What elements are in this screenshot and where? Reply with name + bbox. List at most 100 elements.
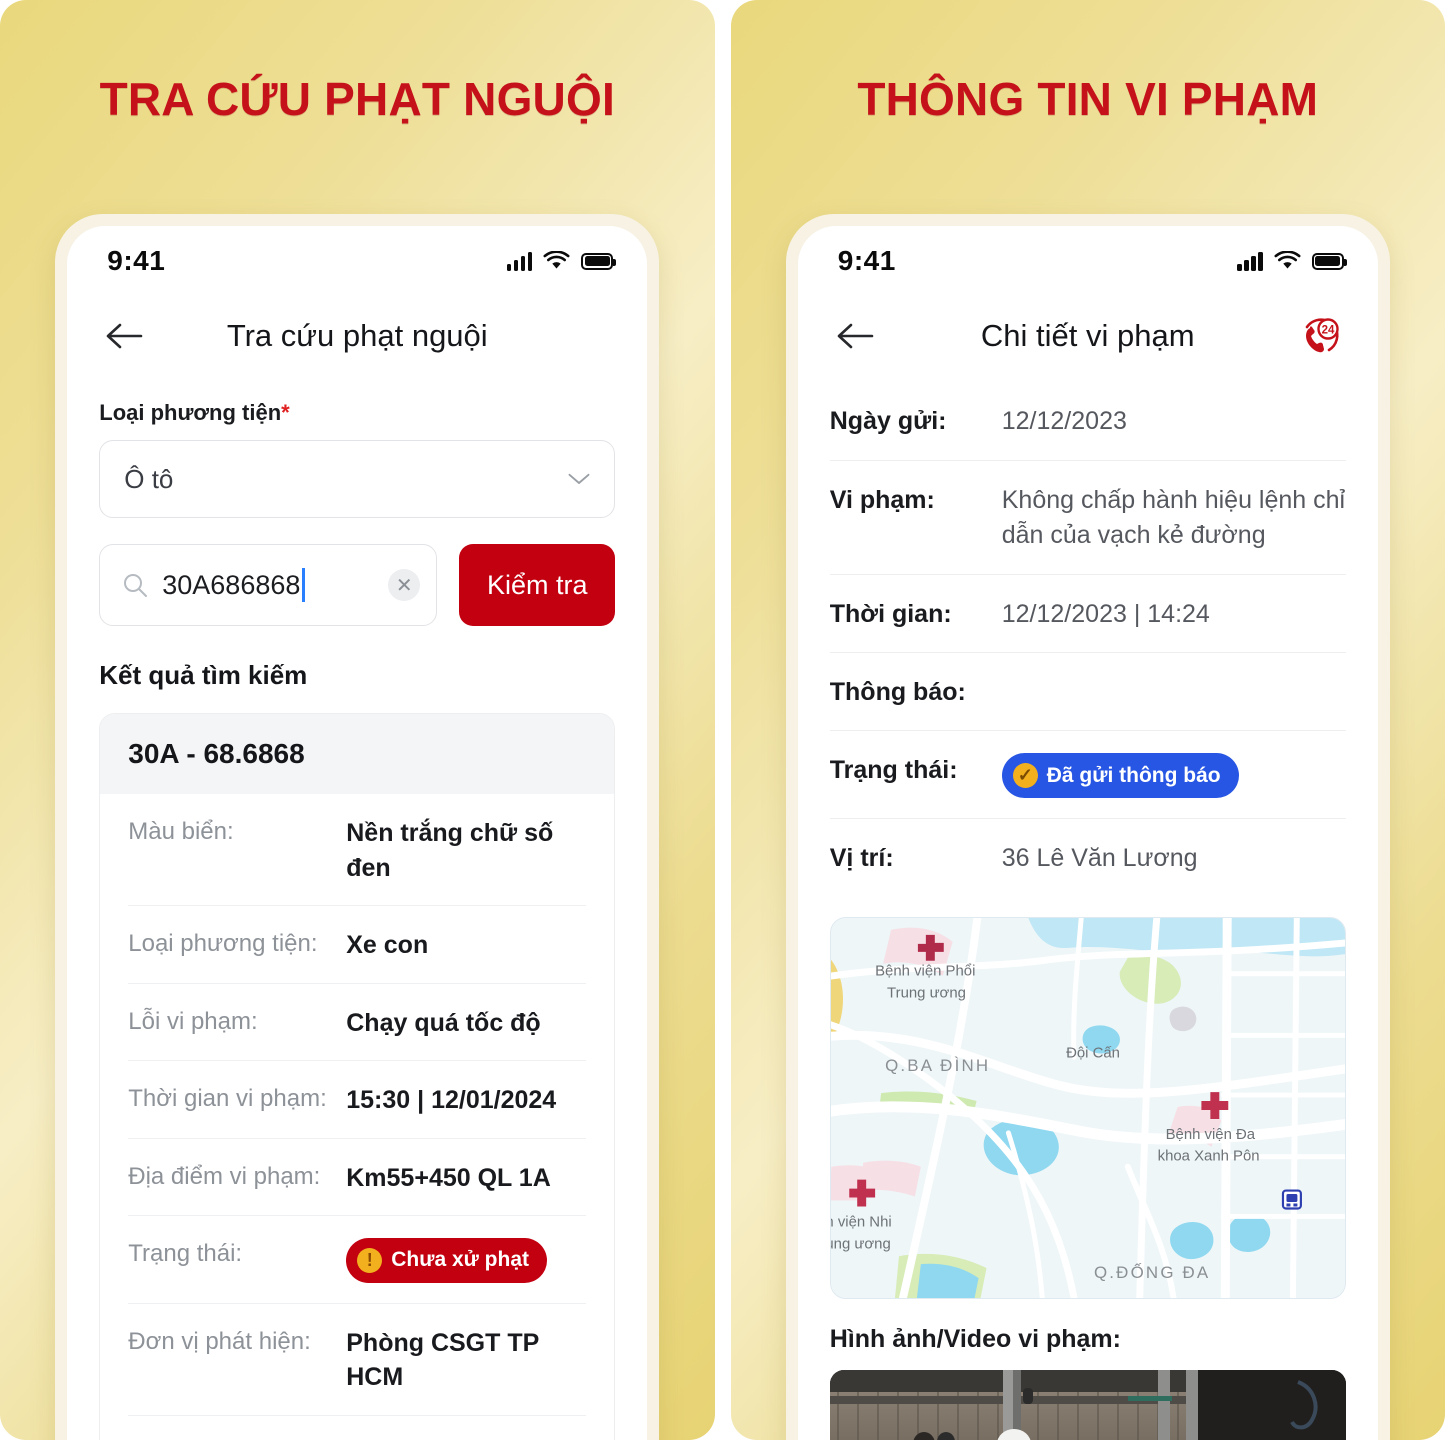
row-key: Đơn vị phát hiện:: [128, 1327, 311, 1355]
row-value: 15:30 | 12/01/2024: [346, 1086, 557, 1114]
table-row: Màu biển: Nền trắng chữ số đen: [128, 794, 587, 906]
vehicle-type-label-text: Loại phương tiện: [99, 400, 282, 425]
row-value: ! Chưa xử phạt: [346, 1238, 548, 1283]
panel-left: TRA CỨU PHẠT NGUỘI 9:41 Tra cứu phạt ngu…: [0, 0, 715, 1440]
row-key: Loại phương tiện:: [128, 930, 318, 957]
table-row: Đơn vị phát hiện: Phòng CSGT TP HCM: [128, 1304, 587, 1416]
map-label: Q.BA ĐÌNH: [885, 1056, 990, 1075]
plate-search-input[interactable]: 30A686868 ✕: [99, 544, 438, 626]
violation-photo[interactable]: 1-69 TAXI: [829, 1369, 1346, 1440]
screenshot-stage: TRA CỨU PHẠT NGUỘI 9:41 Tra cứu phạt ngu…: [0, 0, 1445, 1440]
chevron-down-icon: [568, 473, 590, 484]
row-key: Thời gian:: [829, 599, 952, 628]
status-badge: ! Chưa xử phạt: [346, 1238, 548, 1283]
row-key: Ngày gửi:: [829, 407, 947, 435]
table-row: Ngày gửi: 12/12/2023: [829, 382, 1346, 461]
table-row: Địa điểm vi phạm: Km55+450 QL 1A: [128, 1139, 587, 1216]
required-mark: *: [281, 400, 290, 425]
table-row: Lỗi vi phạm: Chạy quá tốc độ: [128, 984, 587, 1061]
status-badge: ✓ Đã gửi thông báo: [1001, 752, 1239, 799]
text-caret: [302, 568, 306, 602]
wifi-icon: [543, 251, 570, 269]
map-label: khoa Xanh Pôn: [1157, 1148, 1259, 1165]
row-key: Địa điểm vi phạm:: [128, 1162, 321, 1190]
panel-right: THÔNG TIN VI PHẠM 9:41 Chi tiết vi phạm …: [730, 0, 1445, 1440]
row-value: Phòng CSGT TP HCM: [346, 1328, 539, 1392]
cellular-signal-icon: [1237, 251, 1263, 271]
table-row: Vị trí: 36 Lê Văn Lương: [830, 819, 1346, 897]
nav-bar-right: Chi tiết vi phạm 24: [798, 290, 1378, 382]
map-label: Trung ương: [887, 984, 966, 1001]
row-value: 12/12/2023 | 14:24: [1001, 599, 1210, 628]
train-station-icon: [1281, 1189, 1302, 1210]
status-bar-left: 9:41: [67, 226, 647, 290]
table-row-status: Trạng thái: ✓ Đã gửi thông báo: [829, 731, 1346, 820]
map-label: ung ương: [831, 1235, 891, 1252]
phone-left-screen: 9:41 Tra cứu phạt nguội Loại phương tiện…: [67, 226, 648, 1440]
table-row: Thời gian vi phạm: 15:30 | 12/01/2024: [128, 1061, 587, 1139]
status-time: 9:41: [837, 245, 896, 276]
status-badge-label: Đã gửi thông báo: [1046, 763, 1221, 787]
back-arrow-icon[interactable]: [103, 314, 147, 358]
row-value: Không chấp hành hiệu lệnh chỉ dẫn của vạ…: [1001, 485, 1346, 550]
row-key: Thông báo:: [829, 678, 966, 706]
table-row: Loại phương tiện: Xe con: [128, 906, 587, 984]
cellular-signal-icon: [506, 251, 533, 271]
content-right: Ngày gửi: 12/12/2023 Vi phạm: Không chấp…: [798, 382, 1378, 1440]
warning-icon: !: [357, 1247, 383, 1273]
panel-left-title: TRA CỨU PHẠT NGUỘI: [99, 73, 615, 125]
check-button[interactable]: Kiểm tra: [459, 544, 616, 626]
row-key: Trạng thái:: [128, 1240, 243, 1267]
status-icons: [506, 251, 617, 271]
results-title: Kết quả tìm kiếm: [99, 660, 308, 690]
vehicle-type-select[interactable]: Ô tô: [99, 440, 616, 518]
content-left: Loại phương tiện* Ô tô 30A686868 ✕ Kiểm …: [67, 400, 647, 1440]
row-key: Vị trí:: [829, 844, 894, 873]
map-label: h viện Nhi: [831, 1213, 892, 1230]
result-card: 30A - 68.6868 Màu biển: Nền trắng chữ số…: [99, 713, 616, 1440]
battery-full-icon: [1311, 252, 1347, 270]
row-value: ✓ Đã gửi thông báo: [1001, 752, 1239, 799]
page-title: Chi tiết vi phạm: [980, 318, 1195, 353]
back-arrow-icon[interactable]: [834, 314, 878, 358]
search-row: 30A686868 ✕ Kiểm tra: [99, 544, 616, 626]
phone-right-screen: 9:41 Chi tiết vi phạm 24 Ngày gửi: 12/12…: [797, 226, 1378, 1440]
row-value: Chạy quá tốc độ: [346, 1008, 541, 1037]
table-row-status: Trạng thái: ! Chưa xử phạt: [128, 1216, 587, 1304]
vehicle-type-value: Ô tô: [124, 463, 174, 494]
row-key: Màu biển:: [128, 818, 234, 845]
media-title: Hình ảnh/Video vi phạm:: [829, 1324, 1121, 1353]
status-time: 9:41: [107, 245, 166, 276]
check-circle-icon: ✓: [1012, 762, 1038, 788]
location-map[interactable]: Bệnh viện Phổi Trung ương Q.BA ĐÌNH Đội …: [829, 916, 1346, 1299]
map-label: Đội Cấn: [1066, 1044, 1120, 1061]
row-key: Vi phạm:: [829, 485, 935, 514]
status-badge-label: Chưa xử phạt: [391, 1248, 530, 1271]
plate-search-text: 30A686868: [162, 570, 301, 600]
map-label: Bệnh viện Phổi: [875, 963, 975, 980]
row-value: Xe con: [346, 931, 429, 959]
status-icons: [1237, 251, 1347, 271]
search-icon: [124, 574, 148, 597]
map-label: Q.ĐỐNG ĐA: [1094, 1262, 1210, 1282]
row-key: Thời gian vi phạm:: [128, 1085, 327, 1112]
table-row: Thông báo:: [829, 653, 1346, 731]
result-rows: Màu biển: Nền trắng chữ số đen Loại phươ…: [100, 794, 615, 1440]
page-title: Tra cứu phạt nguội: [226, 318, 488, 353]
table-row: Số điện thoại: 0912345678: [128, 1416, 586, 1440]
table-row: Vi phạm: Không chấp hành hiệu lệnh chỉ d…: [829, 461, 1346, 575]
plate-number: 30A - 68.6868: [100, 714, 615, 794]
row-value: 36 Lê Văn Lương: [1001, 844, 1198, 873]
row-value: 12/12/2023: [1001, 407, 1127, 435]
map-label: Bệnh viện Đa: [1165, 1126, 1255, 1143]
clear-x-icon[interactable]: ✕: [388, 569, 421, 601]
wifi-icon: [1274, 251, 1301, 269]
panel-right-title: THÔNG TIN VI PHẠM: [857, 73, 1319, 125]
status-bar-right: 9:41: [798, 226, 1378, 290]
phone-right: 9:41 Chi tiết vi phạm 24 Ngày gửi: 12/12…: [785, 214, 1390, 1440]
phone-24h-icon[interactable]: 24: [1298, 313, 1344, 359]
svg-text:24: 24: [1321, 325, 1334, 337]
row-value: Nền trắng chữ số đen: [346, 819, 554, 882]
plate-search-value: 30A686868: [162, 568, 306, 602]
nav-bar-left: Tra cứu phạt nguội: [67, 290, 647, 382]
